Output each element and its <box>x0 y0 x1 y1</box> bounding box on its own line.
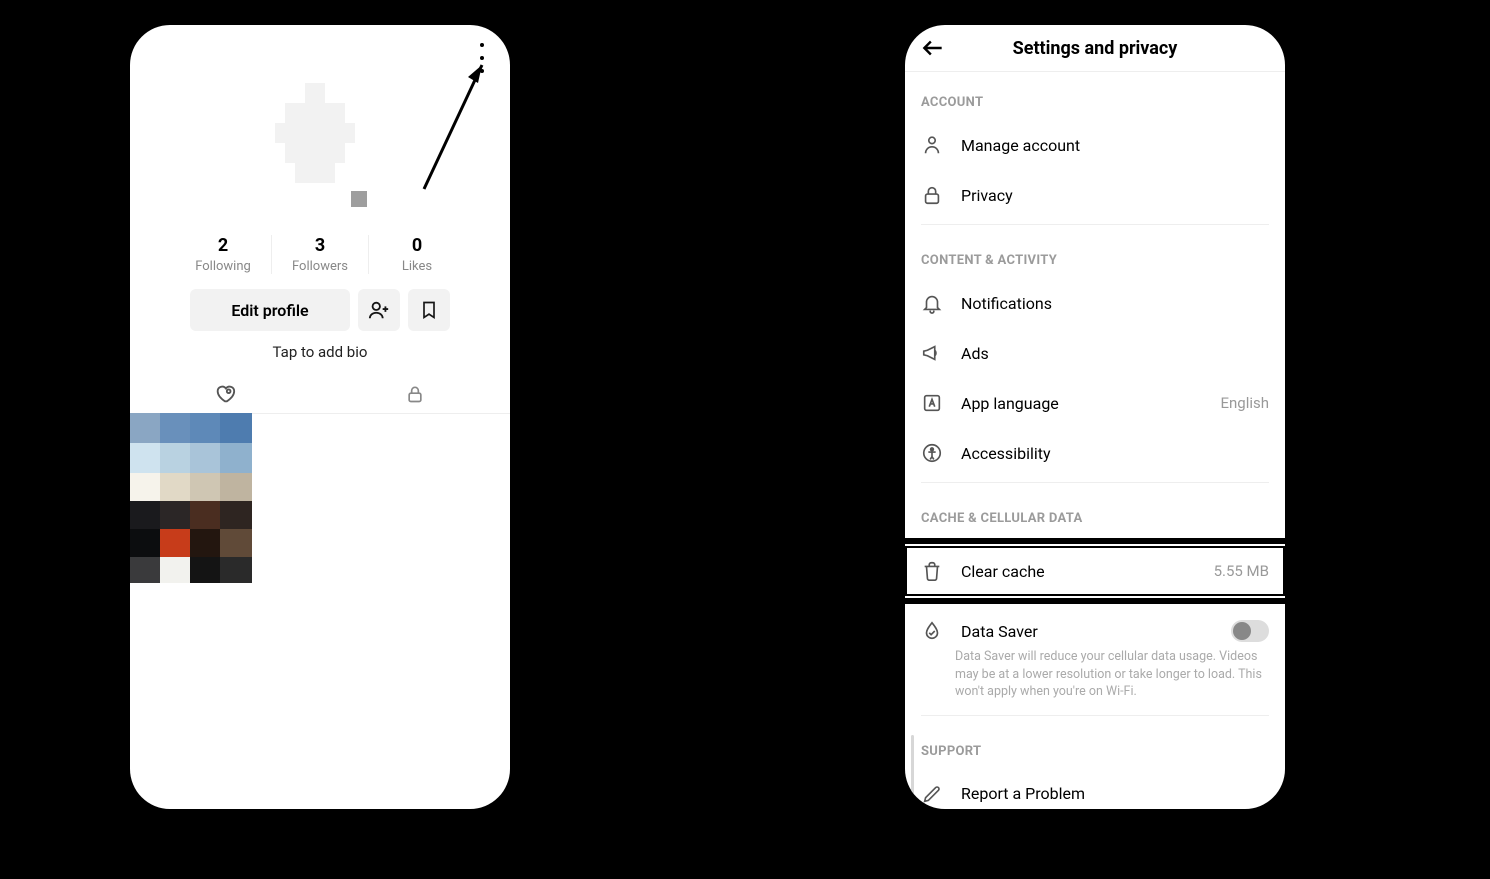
profile-tabs <box>130 375 510 414</box>
trash-icon <box>921 560 943 582</box>
settings-header: Settings and privacy <box>905 25 1285 72</box>
bookmark-button[interactable] <box>408 289 450 331</box>
section-header-account: ACCOUNT <box>905 71 1285 120</box>
back-button[interactable] <box>915 25 951 71</box>
divider <box>921 715 1269 716</box>
language-row[interactable]: App language English <box>905 378 1285 428</box>
privacy-row[interactable]: Privacy <box>905 170 1285 220</box>
person-icon <box>921 134 943 156</box>
section-header-support: SUPPORT <box>905 720 1285 769</box>
profile-screen: 2 Following 3 Followers 0 Likes Edit pro… <box>130 25 510 809</box>
row-label: Report a Problem <box>961 784 1269 803</box>
lock-icon <box>405 384 425 404</box>
accessibility-icon <box>921 442 943 464</box>
liked-tab[interactable] <box>130 375 320 413</box>
avatar-placeholder <box>265 83 375 207</box>
row-label: Privacy <box>961 186 1269 205</box>
row-label: Clear cache <box>961 562 1196 581</box>
profile-actions: Edit profile <box>130 289 510 331</box>
data-saver-toggle[interactable] <box>1231 620 1269 642</box>
cache-size-value: 5.55 MB <box>1214 562 1269 580</box>
ads-row[interactable]: Ads <box>905 328 1285 378</box>
row-label: Accessibility <box>961 444 1269 463</box>
stat-count: 2 <box>175 235 271 256</box>
droplet-icon <box>921 620 943 642</box>
annotation-arrow <box>416 47 506 197</box>
section-header-content: CONTENT & ACTIVITY <box>905 229 1285 278</box>
divider <box>921 482 1269 483</box>
add-bio-prompt[interactable]: Tap to add bio <box>130 343 510 361</box>
back-arrow-icon <box>920 35 946 61</box>
bookmark-icon <box>419 300 439 320</box>
row-label: Manage account <box>961 136 1269 155</box>
video-thumbnail[interactable] <box>130 413 252 583</box>
row-label: App language <box>961 394 1202 413</box>
stat-label: Likes <box>369 259 465 274</box>
person-plus-icon <box>368 299 390 321</box>
settings-screen: Settings and privacy ACCOUNT Manage acco… <box>905 25 1285 809</box>
stat-following[interactable]: 2 Following <box>175 235 271 274</box>
lock-icon <box>921 184 943 206</box>
divider <box>921 224 1269 225</box>
section-header-cache: CACHE & CELLULAR DATA <box>905 487 1285 536</box>
data-saver-description: Data Saver will reduce your cellular dat… <box>905 648 1285 711</box>
edit-profile-button[interactable]: Edit profile <box>190 289 350 331</box>
stat-likes[interactable]: 0 Likes <box>368 235 465 274</box>
manage-account-row[interactable]: Manage account <box>905 120 1285 170</box>
row-label: Data Saver <box>961 622 1213 641</box>
bell-icon <box>921 292 943 314</box>
clear-cache-row[interactable]: Clear cache 5.55 MB <box>905 546 1285 596</box>
stat-count: 0 <box>369 235 465 256</box>
add-friend-button[interactable] <box>358 289 400 331</box>
language-current: English <box>1220 394 1269 412</box>
private-tab[interactable] <box>320 375 510 413</box>
scrollbar[interactable] <box>911 735 914 795</box>
page-title: Settings and privacy <box>1013 38 1178 59</box>
button-label: Edit profile <box>231 301 308 320</box>
more-menu-button[interactable] <box>472 39 492 77</box>
pencil-icon <box>921 783 943 805</box>
profile-stats: 2 Following 3 Followers 0 Likes <box>130 235 510 274</box>
stat-count: 3 <box>272 235 368 256</box>
accessibility-row[interactable]: Accessibility <box>905 428 1285 478</box>
stat-followers[interactable]: 3 Followers <box>271 235 368 274</box>
notifications-row[interactable]: Notifications <box>905 278 1285 328</box>
megaphone-icon <box>921 342 943 364</box>
stat-label: Followers <box>272 259 368 274</box>
report-problem-row[interactable]: Report a Problem <box>905 769 1285 810</box>
stat-label: Following <box>175 259 271 274</box>
data-saver-row[interactable]: Data Saver <box>905 606 1285 648</box>
heart-eye-off-icon <box>214 383 236 405</box>
row-label: Notifications <box>961 294 1269 313</box>
letter-a-icon <box>921 392 943 414</box>
row-label: Ads <box>961 344 1269 363</box>
